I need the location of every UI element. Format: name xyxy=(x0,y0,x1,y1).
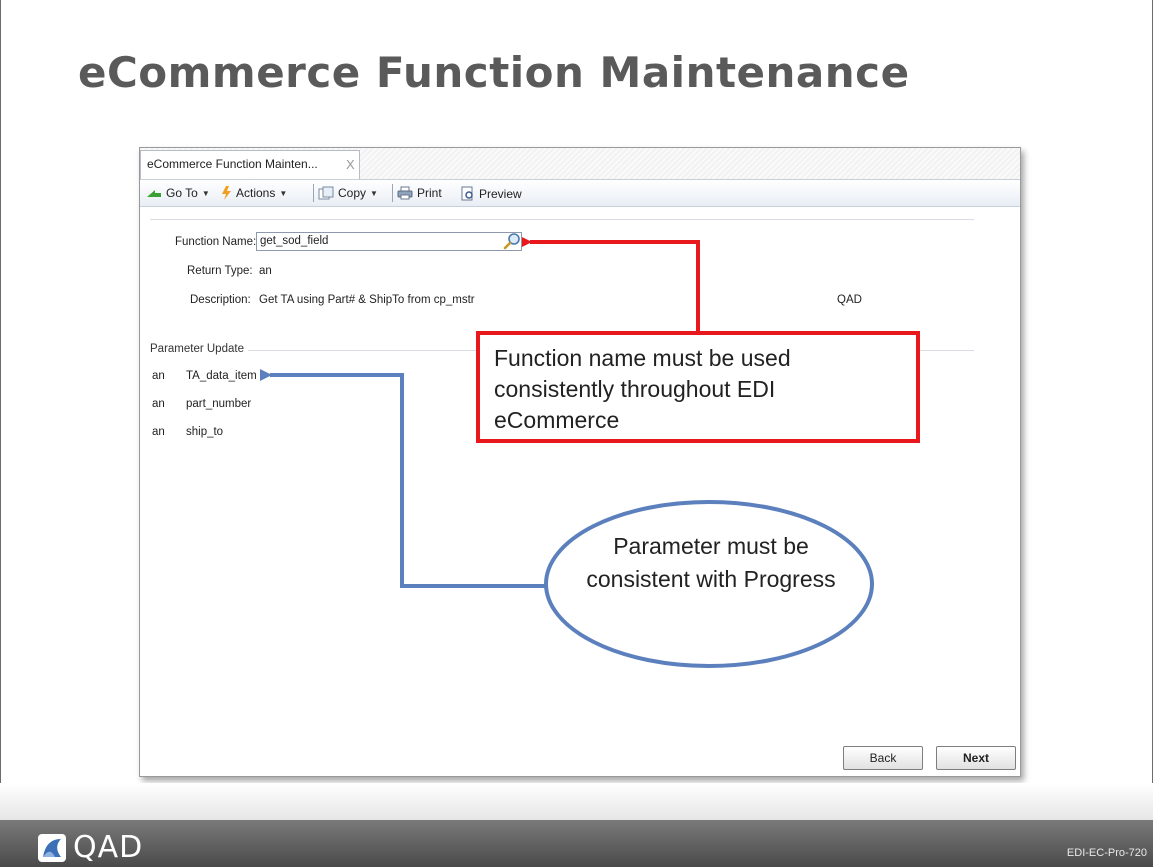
footer-bar: QAD EDI-EC-Pro-720 xyxy=(0,820,1153,867)
slide-code: EDI-EC-Pro-720 xyxy=(1066,847,1147,859)
parameter-callout-text: Parameter must be consistent with Progre… xyxy=(586,533,836,592)
function-name-callout: Function name must be used consistently … xyxy=(476,331,920,443)
qad-logo-text: QAD xyxy=(73,830,144,865)
qad-logo: QAD xyxy=(37,830,143,865)
footer-band xyxy=(0,783,1153,820)
qad-logo-icon xyxy=(38,833,66,862)
function-name-arrow xyxy=(522,237,700,331)
